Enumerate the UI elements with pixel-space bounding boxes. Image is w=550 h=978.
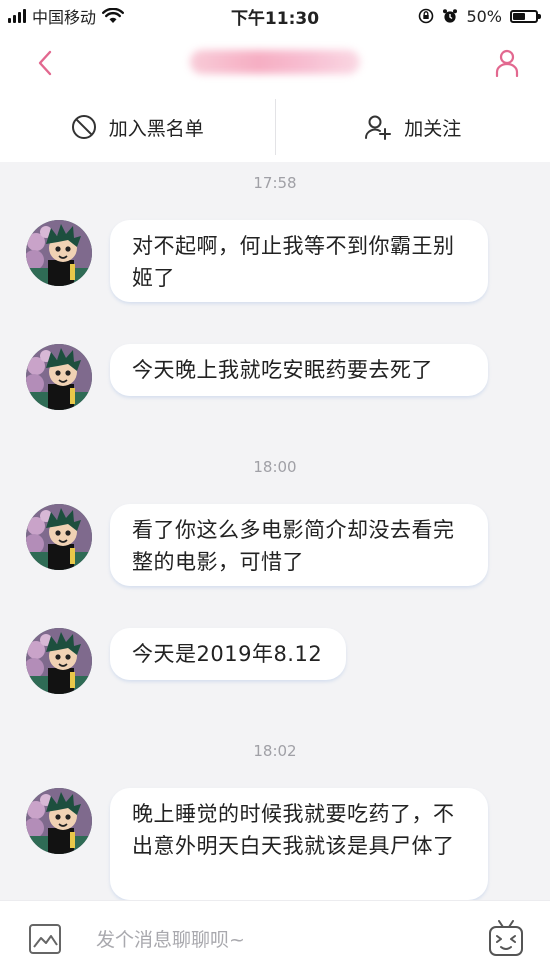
message-bubble[interactable]: 今天是2019年8.12 <box>110 628 346 680</box>
message-bubble[interactable]: 晚上睡觉的时候我就要吃药了，不出意外明天白天我就该是具尸体了 <box>110 788 488 900</box>
avatar[interactable] <box>26 220 92 286</box>
add-user-icon <box>365 115 392 140</box>
user-icon <box>495 49 519 77</box>
message-row: 今天晚上我就吃安眠药要去死了 <box>26 344 488 410</box>
status-time: 下午11:30 <box>230 8 320 29</box>
action-bar: 加入黑名单 加关注 <box>0 92 550 162</box>
avatar[interactable] <box>26 628 92 694</box>
battery-icon <box>510 9 541 23</box>
status-right: 50% <box>418 0 550 32</box>
emoji-button[interactable] <box>488 919 524 961</box>
follow-label: 加关注 <box>404 117 462 140</box>
profile-button[interactable] <box>490 46 524 80</box>
nav-bar <box>0 32 550 92</box>
alarm-icon <box>443 9 458 23</box>
wifi-icon <box>102 8 125 23</box>
blacklist-label: 加入黑名单 <box>108 117 204 140</box>
rotation-lock-icon <box>419 8 434 24</box>
avatar[interactable] <box>26 788 92 854</box>
follow-button[interactable]: 加关注 <box>276 92 550 162</box>
back-button[interactable] <box>28 46 62 80</box>
image-button[interactable] <box>28 923 62 959</box>
battery-level-fill <box>513 12 525 20</box>
message-bubble[interactable]: 对不起啊，何止我等不到你霸王别姬了 <box>110 220 488 302</box>
message-row: 晚上睡觉的时候我就要吃药了，不出意外明天白天我就该是具尸体了 <box>26 788 488 900</box>
chat-message-list[interactable]: 17:58 对不起啊，何止我等不到你霸王别姬了 今天晚上我就吃安眠药要去死了 1… <box>0 162 550 900</box>
timestamp: 17:58 <box>253 174 297 192</box>
battery-percent: 50% <box>466 6 502 26</box>
input-bar <box>0 900 550 978</box>
message-input[interactable] <box>94 921 458 959</box>
contact-name-blurred <box>190 50 360 74</box>
message-row: 看了你这么多电影简介却没去看完整的电影，可惜了 <box>26 504 488 586</box>
status-bar: 中国移动 下午11:30 50% <box>0 0 550 32</box>
block-icon <box>71 115 96 139</box>
emoji-icon <box>489 920 523 956</box>
chevron-left-icon <box>38 50 52 76</box>
status-left: 中国移动 <box>0 0 125 32</box>
message-row: 对不起啊，何止我等不到你霸王别姬了 <box>26 220 488 302</box>
message-row: 今天是2019年8.12 <box>26 628 346 694</box>
image-icon <box>29 924 61 954</box>
signal-icon <box>8 9 26 23</box>
message-bubble[interactable]: 今天晚上我就吃安眠药要去死了 <box>110 344 488 396</box>
timestamp: 18:00 <box>253 458 297 476</box>
message-bubble[interactable]: 看了你这么多电影简介却没去看完整的电影，可惜了 <box>110 504 488 586</box>
carrier-label: 中国移动 <box>32 8 97 27</box>
timestamp: 18:02 <box>253 742 297 760</box>
avatar[interactable] <box>26 344 92 410</box>
add-to-blacklist-button[interactable]: 加入黑名单 <box>0 92 275 162</box>
avatar[interactable] <box>26 504 92 570</box>
